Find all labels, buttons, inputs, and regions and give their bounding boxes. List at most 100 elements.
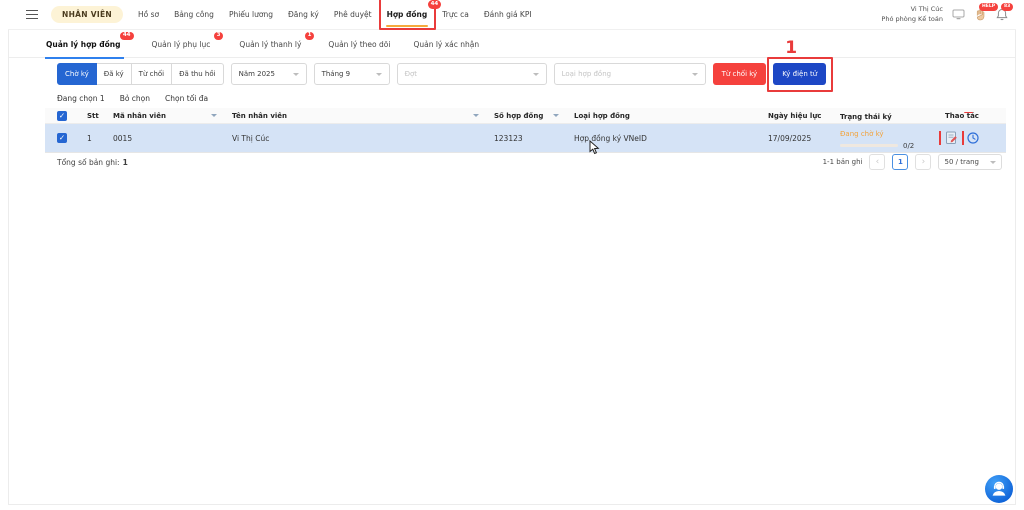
digital-sign-button[interactable]: Ký điện tử 1 xyxy=(773,63,826,85)
select-max-link[interactable]: Chọn tối đa xyxy=(165,94,208,103)
header-stt: Stt xyxy=(75,112,105,120)
chevron-down-icon xyxy=(692,73,698,76)
tab-badge-count: 44 xyxy=(120,32,134,41)
nav-item-label: Hợp đồng xyxy=(387,10,428,19)
contract-type-select[interactable]: Loại hợp đồng xyxy=(554,63,706,85)
sign-progress-ratio: 0/2 xyxy=(903,142,914,150)
support-chat-button[interactable] xyxy=(984,474,1014,504)
status-filter-cho-ky[interactable]: Chờ ký xyxy=(57,63,97,85)
user-role: Phó phòng Kế toán xyxy=(881,15,943,25)
nav-item-phe-duyet[interactable]: Phê duyệt xyxy=(333,1,373,28)
period-select-placeholder: Đợt xyxy=(405,70,417,78)
header-label: Mã nhân viên xyxy=(113,112,166,120)
table-header-row: Stt Mã nhân viên Tên nhân viên Số hợp đồ… xyxy=(45,108,1006,124)
nav-item-danh-gia-kpi[interactable]: Đánh giá KPI xyxy=(483,1,533,28)
monitor-glyph xyxy=(952,9,965,20)
sign-progress-bar xyxy=(840,144,898,147)
tab-badge-count: 3 xyxy=(214,32,224,41)
tab-label: Quản lý thanh lý xyxy=(239,40,301,49)
period-select[interactable]: Đợt xyxy=(397,63,547,85)
sign-document-icon[interactable] xyxy=(945,131,958,145)
reject-sign-button[interactable]: Từ chối ký xyxy=(713,63,767,85)
tab-label: Quản lý theo dõi xyxy=(328,40,390,49)
tab-label: Quản lý phụ lục xyxy=(152,40,211,49)
nav-item-hop-dong[interactable]: Hợp đồng 44 xyxy=(386,1,429,28)
hamburger-menu-icon[interactable] xyxy=(26,10,38,19)
chevron-down-icon xyxy=(533,73,539,76)
notification-badge: 83 xyxy=(1001,3,1013,11)
month-select[interactable]: Tháng 9 xyxy=(314,63,390,85)
cell-stt: 1 xyxy=(75,134,105,143)
header-trang-thai-ky: Trạng thái ký xyxy=(832,110,937,121)
record-range: 1-1 bản ghi xyxy=(823,158,863,166)
document-pen-glyph xyxy=(945,131,958,145)
status-segmented-control: Chờ ký Đã ký Từ chối Đã thu hồi xyxy=(57,63,224,85)
total-records: Tổng số bản ghi:1 xyxy=(57,158,128,167)
month-select-value: Tháng 9 xyxy=(322,70,351,78)
chevron-down-icon xyxy=(293,73,299,76)
selection-toolbar: Đang chọn 1 Bỏ chọn Chọn tối đa xyxy=(57,94,208,103)
header-loai-hop-dong: Loại hợp đồng xyxy=(566,112,760,120)
workspace-pill[interactable]: NHÂN VIÊN xyxy=(51,6,123,23)
help-hand-icon[interactable]: HELP xyxy=(974,8,987,21)
user-name: Vi Thị Cúc xyxy=(881,5,943,15)
nav-item-ho-so[interactable]: Hồ sơ xyxy=(137,1,160,28)
next-page-button[interactable]: › xyxy=(915,154,931,170)
cell-contract-type: Hợp đồng ký VNeID xyxy=(566,134,760,143)
select-all-checkbox[interactable] xyxy=(57,111,67,121)
header-ten-nhan-vien: Tên nhân viên xyxy=(224,112,486,120)
digital-sign-button-label: Ký điện tử xyxy=(782,70,817,78)
sign-status-text: Đang chờ ký xyxy=(840,130,937,138)
year-select-value: Năm 2025 xyxy=(239,70,275,78)
nav-item-truc-ca[interactable]: Trực ca xyxy=(441,1,470,28)
cell-employee-name: Vi Thị Cúc xyxy=(224,134,486,143)
row-checkbox[interactable] xyxy=(57,133,67,143)
tab-quan-ly-phu-luc[interactable]: Quản lý phụ lục 3 xyxy=(151,31,212,58)
cell-contract-number: 123123 xyxy=(486,134,566,143)
tab-quan-ly-hop-dong[interactable]: Quản lý hợp đồng 44 xyxy=(45,31,122,58)
cell-effective-date: 17/09/2025 xyxy=(760,134,832,143)
cell-actions xyxy=(937,131,1006,145)
page-size-value: 50 / trang xyxy=(944,158,979,166)
tab-quan-ly-xac-nhan[interactable]: Quản lý xác nhận xyxy=(412,31,480,58)
history-clock-icon[interactable] xyxy=(967,132,979,144)
total-records-value: 1 xyxy=(123,158,128,167)
user-info[interactable]: Vi Thị Cúc Phó phòng Kế toán xyxy=(881,5,943,25)
notification-bell-icon[interactable]: 83 xyxy=(996,8,1008,21)
filter-icon[interactable] xyxy=(553,114,559,117)
status-filter-tu-choi[interactable]: Từ chối xyxy=(131,63,172,85)
current-page-button[interactable]: 1 xyxy=(892,154,908,170)
tab-quan-ly-thanh-ly[interactable]: Quản lý thanh lý 1 xyxy=(238,31,302,58)
filter-icon[interactable] xyxy=(211,114,217,117)
selected-count-label: Đang chọn 1 xyxy=(57,94,105,103)
filter-icon[interactable] xyxy=(473,114,479,117)
nav-item-bang-cong[interactable]: Bảng công xyxy=(173,1,215,28)
header-ma-nhan-vien: Mã nhân viên xyxy=(105,112,224,120)
chevron-down-icon xyxy=(990,161,996,164)
tab-quan-ly-theo-doi[interactable]: Quản lý theo dõi xyxy=(327,31,391,58)
total-records-label: Tổng số bản ghi: xyxy=(57,158,120,167)
display-icon[interactable] xyxy=(952,9,965,20)
page-size-select[interactable]: 50 / trang xyxy=(938,154,1002,170)
year-select[interactable]: Năm 2025 xyxy=(231,63,307,85)
pagination: 1-1 bản ghi ‹ 1 › 50 / trang xyxy=(823,154,1002,170)
header-so-hop-dong: Số hợp đồng xyxy=(486,112,566,120)
nav-item-dang-ky[interactable]: Đăng ký xyxy=(287,1,320,28)
table-row[interactable]: 1 0015 Vi Thị Cúc 123123 Hợp đồng ký VNe… xyxy=(45,124,1006,153)
top-navigation-bar: NHÂN VIÊN Hồ sơ Bảng công Phiếu lương Đă… xyxy=(8,0,1016,30)
nav-item-phieu-luong[interactable]: Phiếu lương xyxy=(228,1,274,28)
main-nav: Hồ sơ Bảng công Phiếu lương Đăng ký Phê … xyxy=(137,1,533,28)
status-filter-da-ky[interactable]: Đã ký xyxy=(96,63,132,85)
headset-support-glyph xyxy=(984,474,1014,504)
contracts-table: Stt Mã nhân viên Tên nhân viên Số hợp đồ… xyxy=(45,108,1006,153)
header-label: Tên nhân viên xyxy=(232,112,287,120)
cell-sign-status: Đang chờ ký 0/2 xyxy=(832,127,937,150)
clock-glyph xyxy=(967,132,979,144)
status-filter-da-thu-hoi[interactable]: Đã thu hồi xyxy=(171,63,223,85)
prev-page-button[interactable]: ‹ xyxy=(869,154,885,170)
clear-selection-link[interactable]: Bỏ chọn xyxy=(120,94,150,103)
tab-badge-count: 1 xyxy=(305,32,315,41)
user-area: Vi Thị Cúc Phó phòng Kế toán HELP 83 xyxy=(881,5,1016,25)
header-thao-tac: Thao tác 2 xyxy=(937,112,1006,120)
header-label: Số hợp đồng xyxy=(494,112,543,120)
